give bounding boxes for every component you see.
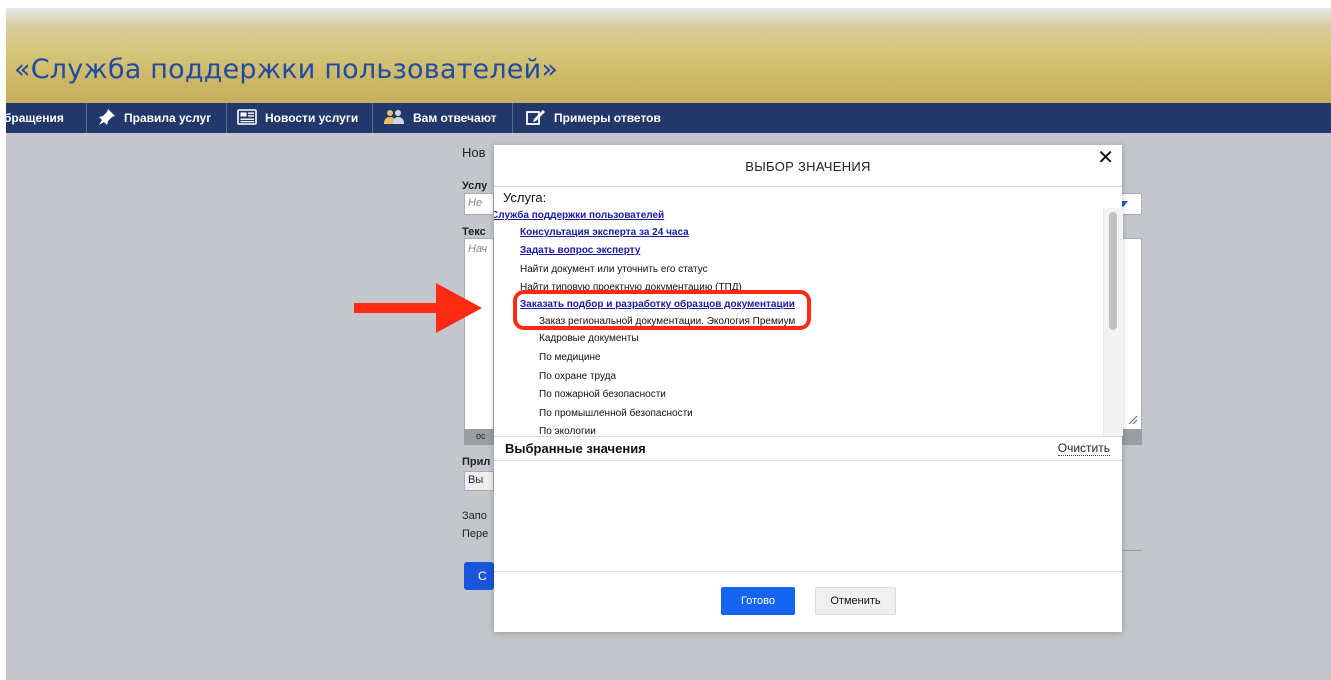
text-label: Текс (462, 226, 486, 238)
service-select[interactable]: Не (464, 193, 494, 215)
nav-item-service-news[interactable]: Новости услуги (237, 103, 358, 133)
divider (494, 571, 1122, 572)
tree-item-expert-consultation[interactable]: Консультация эксперта за 24 часа (520, 227, 689, 238)
nav-item-who-answers[interactable]: Вам отвечают (383, 103, 497, 133)
main-navbar: бращения Правила услуг Новости услуги Ва… (6, 103, 1331, 133)
nav-item-label: Правила услуг (124, 111, 212, 125)
value-picker-dialog: ВЫБОР ЗНАЧЕНИЯ ✕ Услуга: Служба поддержк… (494, 145, 1123, 632)
form-heading: Нов (462, 145, 486, 160)
nav-item-label: Примеры ответов (554, 111, 661, 125)
annotation-arrow (354, 283, 482, 333)
tree-item-ask-expert[interactable]: Задать вопрос эксперту (520, 245, 640, 256)
resize-handle-icon[interactable] (1128, 415, 1138, 425)
tree-item-labor-safety[interactable]: По охране труда (539, 371, 616, 382)
people-icon (383, 109, 405, 128)
divider (494, 186, 1122, 187)
scrollbar-thumb[interactable] (1109, 212, 1117, 330)
text-placeholder: Нач (468, 243, 488, 255)
attach-label: Прил (462, 456, 491, 468)
clear-link[interactable]: Очистить (1057, 441, 1110, 456)
cancel-button[interactable]: Отменить (815, 587, 896, 615)
close-icon[interactable]: ✕ (1097, 148, 1114, 168)
app-title: «Служба поддержки пользователей» (14, 54, 559, 85)
news-icon (237, 108, 257, 128)
service-placeholder: Не (468, 197, 483, 209)
service-label: Услу (462, 180, 488, 192)
nav-item-label: бращения (6, 111, 64, 125)
app-frame: «Служба поддержки пользователей» бращени… (6, 8, 1331, 680)
tree-item-industrial-safety[interactable]: По промышленной безопасности (539, 408, 693, 419)
header-banner: «Служба поддержки пользователей» (6, 8, 1331, 103)
nav-separator (226, 103, 227, 133)
nav-separator (512, 103, 513, 133)
text-status-bar: ос (464, 429, 494, 445)
divider (494, 436, 1122, 437)
nav-item-label: Новости услуги (265, 111, 359, 125)
pin-icon (98, 108, 116, 129)
note-text: Запо (462, 510, 487, 522)
nav-item-requests[interactable]: бращения (6, 103, 64, 133)
nav-item-service-rules[interactable]: Правила услуг (98, 103, 211, 133)
tree-item-hr-documents[interactable]: Кадровые документы (539, 333, 639, 344)
tree-scrollbar[interactable] (1103, 208, 1123, 436)
nav-item-label: Вам отвечают (413, 111, 497, 125)
text-area[interactable]: Нач (464, 238, 494, 430)
note-text: Пере (462, 528, 489, 540)
done-button[interactable]: Готово (721, 587, 795, 615)
edit-icon (526, 108, 546, 129)
nav-separator (86, 103, 87, 133)
tree-item-find-document[interactable]: Найти документ или уточнить его статус (520, 264, 708, 275)
attach-button[interactable]: Вы (464, 471, 494, 491)
submit-button-label: С (478, 569, 487, 583)
selected-values-list (494, 461, 1122, 571)
dialog-title: ВЫБОР ЗНАЧЕНИЯ (745, 159, 871, 174)
tree-item-support-service[interactable]: Служба поддержки пользователей (494, 210, 664, 221)
submit-button[interactable]: С (464, 562, 494, 590)
tree-item-fire-safety[interactable]: По пожарной безопасности (539, 389, 666, 400)
attach-button-label: Вы (468, 474, 484, 486)
tree-item-ecology[interactable]: По экологии (539, 426, 596, 436)
nav-separator (372, 103, 373, 133)
annotation-highlight (513, 290, 811, 330)
status-text: ос (476, 431, 486, 441)
tree-item-medicine[interactable]: По медицине (539, 352, 601, 363)
service-section-label: Услуга: (503, 190, 547, 205)
nav-item-answer-examples[interactable]: Примеры ответов (526, 103, 661, 133)
selected-values-label: Выбранные значения (505, 441, 646, 456)
